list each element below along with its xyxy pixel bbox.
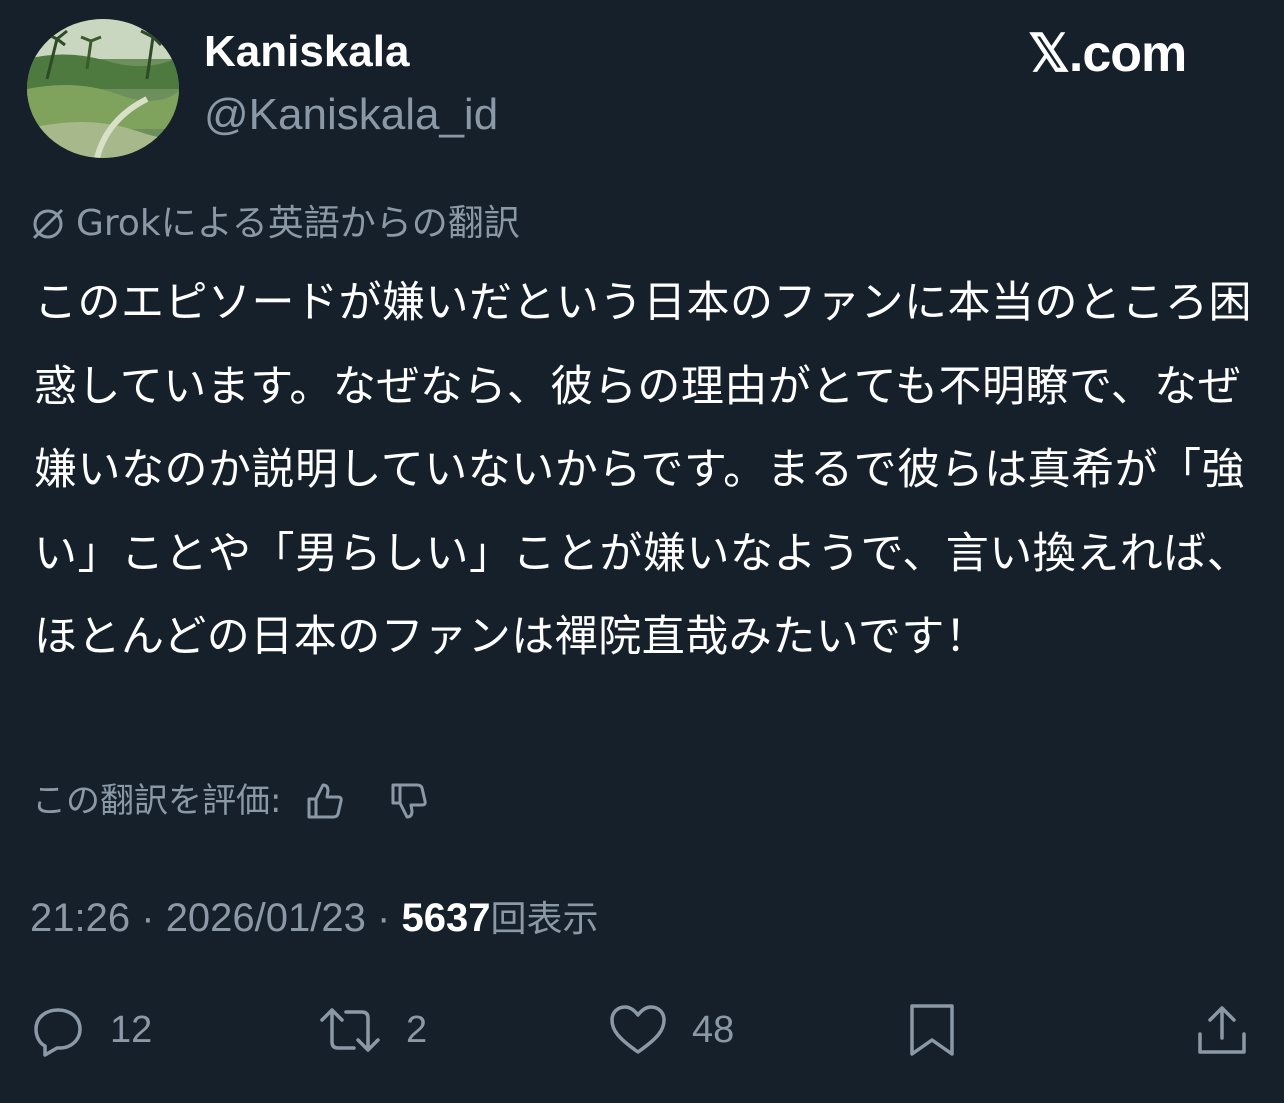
bookmark-icon <box>910 1004 954 1056</box>
translation-note: Grokによる英語からの翻訳 <box>28 199 520 249</box>
bookmark-button[interactable] <box>904 1000 960 1060</box>
heart-icon <box>610 1005 666 1054</box>
user-handle[interactable]: @Kaniskala_id <box>204 88 498 142</box>
meta-separator: · <box>377 896 391 940</box>
view-count-label: 回表示 <box>490 899 599 940</box>
view-count[interactable]: 5637 <box>401 896 490 940</box>
share-icon <box>1198 1006 1246 1054</box>
brand-logo: 𝕏.com <box>1028 25 1187 83</box>
tweet-date: 2026/01/23 <box>165 896 366 940</box>
reply-button[interactable]: 12 <box>30 1000 152 1060</box>
thumbs-down-icon[interactable] <box>387 779 431 823</box>
repost-icon <box>320 1008 380 1052</box>
tweet-text: このエピソードが嫌いだという日本のファンに本当のところ困惑しています。なぜなら、… <box>34 278 1252 662</box>
grok-icon <box>32 208 64 240</box>
meta-separator: · <box>141 896 155 940</box>
reply-count: 12 <box>110 1008 153 1051</box>
display-name[interactable]: Kaniskala <box>204 26 409 78</box>
tweet-time: 21:26 <box>30 896 131 940</box>
repost-button[interactable]: 2 <box>318 1000 427 1060</box>
tweet-meta: 21:26 · 2026/01/23 · 5637回表示 <box>30 890 598 948</box>
avatar[interactable] <box>27 19 179 158</box>
thumbs-up-icon[interactable] <box>303 779 347 823</box>
rate-translation: この翻訳を評価: <box>32 776 431 826</box>
share-button[interactable] <box>1194 1000 1250 1060</box>
rate-translation-label: この翻訳を評価: <box>32 781 282 821</box>
avatar-image <box>27 19 179 158</box>
like-count: 48 <box>692 1008 735 1051</box>
reply-icon <box>34 1008 82 1057</box>
like-button[interactable]: 48 <box>608 1000 734 1060</box>
translation-note-label: Grokによる英語からの翻訳 <box>76 203 520 244</box>
repost-count: 2 <box>406 1008 428 1051</box>
